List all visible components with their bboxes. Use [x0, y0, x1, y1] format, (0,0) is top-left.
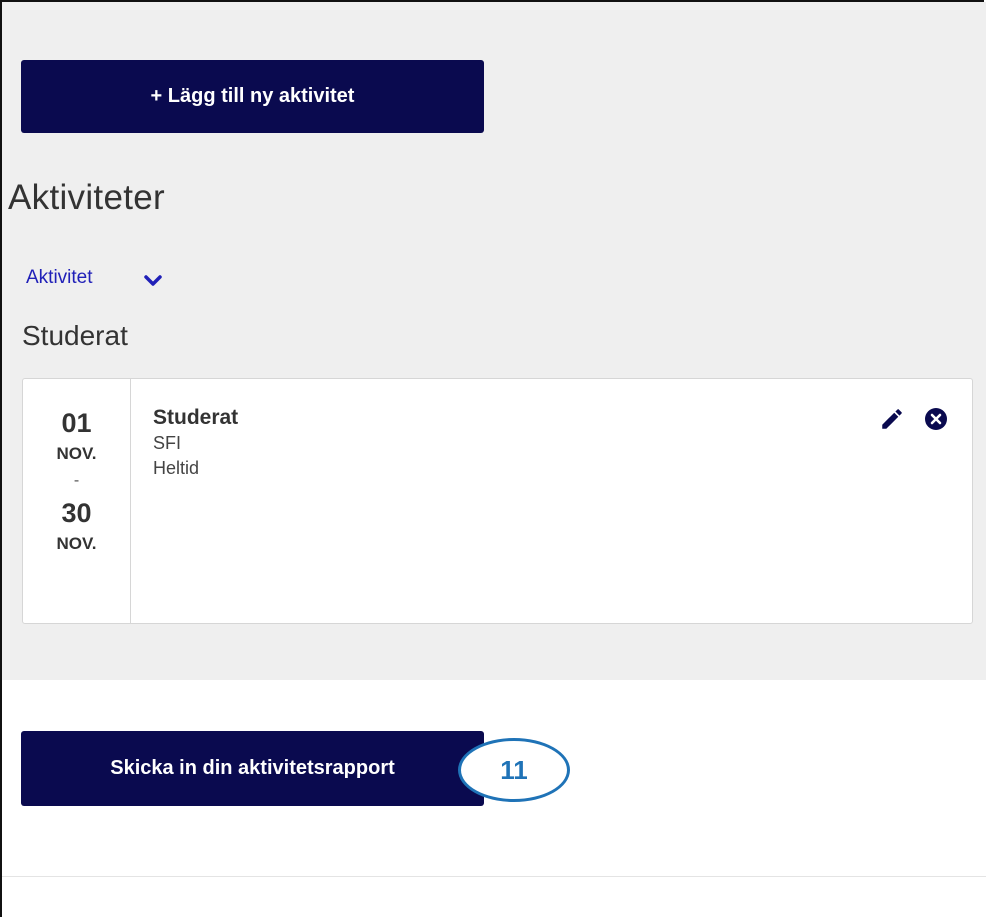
date-separator: - [73, 472, 80, 489]
activity-extent: Heltid [153, 458, 200, 478]
activity-filter-label[interactable]: Aktivitet [26, 267, 93, 289]
close-circle-icon[interactable] [922, 405, 950, 433]
activity-details: Studerat SFI Heltid [131, 379, 972, 623]
activity-subject: SFI [153, 433, 182, 453]
start-month: NOV. [56, 444, 97, 463]
start-day: 01 [61, 408, 92, 438]
activity-filter-dropdown[interactable]: Aktivitet [26, 266, 165, 290]
add-activity-button[interactable]: + Lägg till ny aktivitet [21, 60, 484, 133]
chevron-down-icon[interactable] [141, 272, 165, 290]
activity-date-range: 01 NOV. - 30 NOV. [23, 379, 131, 623]
activity-card: 01 NOV. - 30 NOV. Studerat SFI Heltid [22, 378, 973, 624]
end-day: 30 [61, 498, 92, 528]
step-callout-badge: 11 [458, 738, 570, 802]
divider [2, 876, 986, 877]
submit-report-button[interactable]: Skicka in din aktivitetsrapport [21, 731, 484, 806]
activity-title: Studerat [153, 406, 239, 429]
page-title: Aktiviteter [8, 178, 165, 217]
pencil-icon[interactable] [878, 405, 906, 433]
section-title: Studerat [22, 320, 128, 351]
activity-actions [878, 405, 950, 433]
end-month: NOV. [56, 534, 97, 553]
